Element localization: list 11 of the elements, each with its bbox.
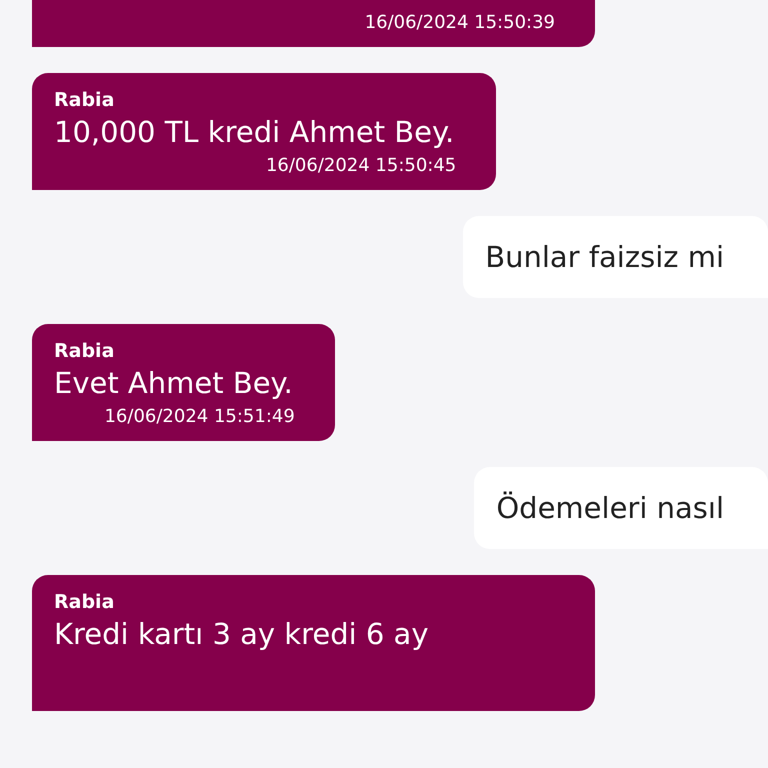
message-text: Evet Ahmet Bey.: [54, 366, 293, 400]
message-text: Bunlar faizsiz mi: [485, 240, 724, 274]
sender-name: Rabia: [54, 89, 116, 111]
sender-name: Rabia: [54, 591, 116, 613]
message-text: Kredi kartı 3 ay kredi 6 ay: [54, 617, 430, 651]
message-timestamp: 16/06/2024 15:50:45: [266, 155, 456, 176]
message-text: Ödemeleri nasıl: [496, 491, 724, 525]
message-text: 10,000 TL kredi Ahmet Bey.: [54, 115, 454, 149]
message-timestamp: 16/06/2024 15:51:49: [104, 406, 295, 427]
message-timestamp: 16/06/2024 15:50:39: [364, 12, 555, 33]
sender-name: Rabia: [54, 340, 116, 362]
